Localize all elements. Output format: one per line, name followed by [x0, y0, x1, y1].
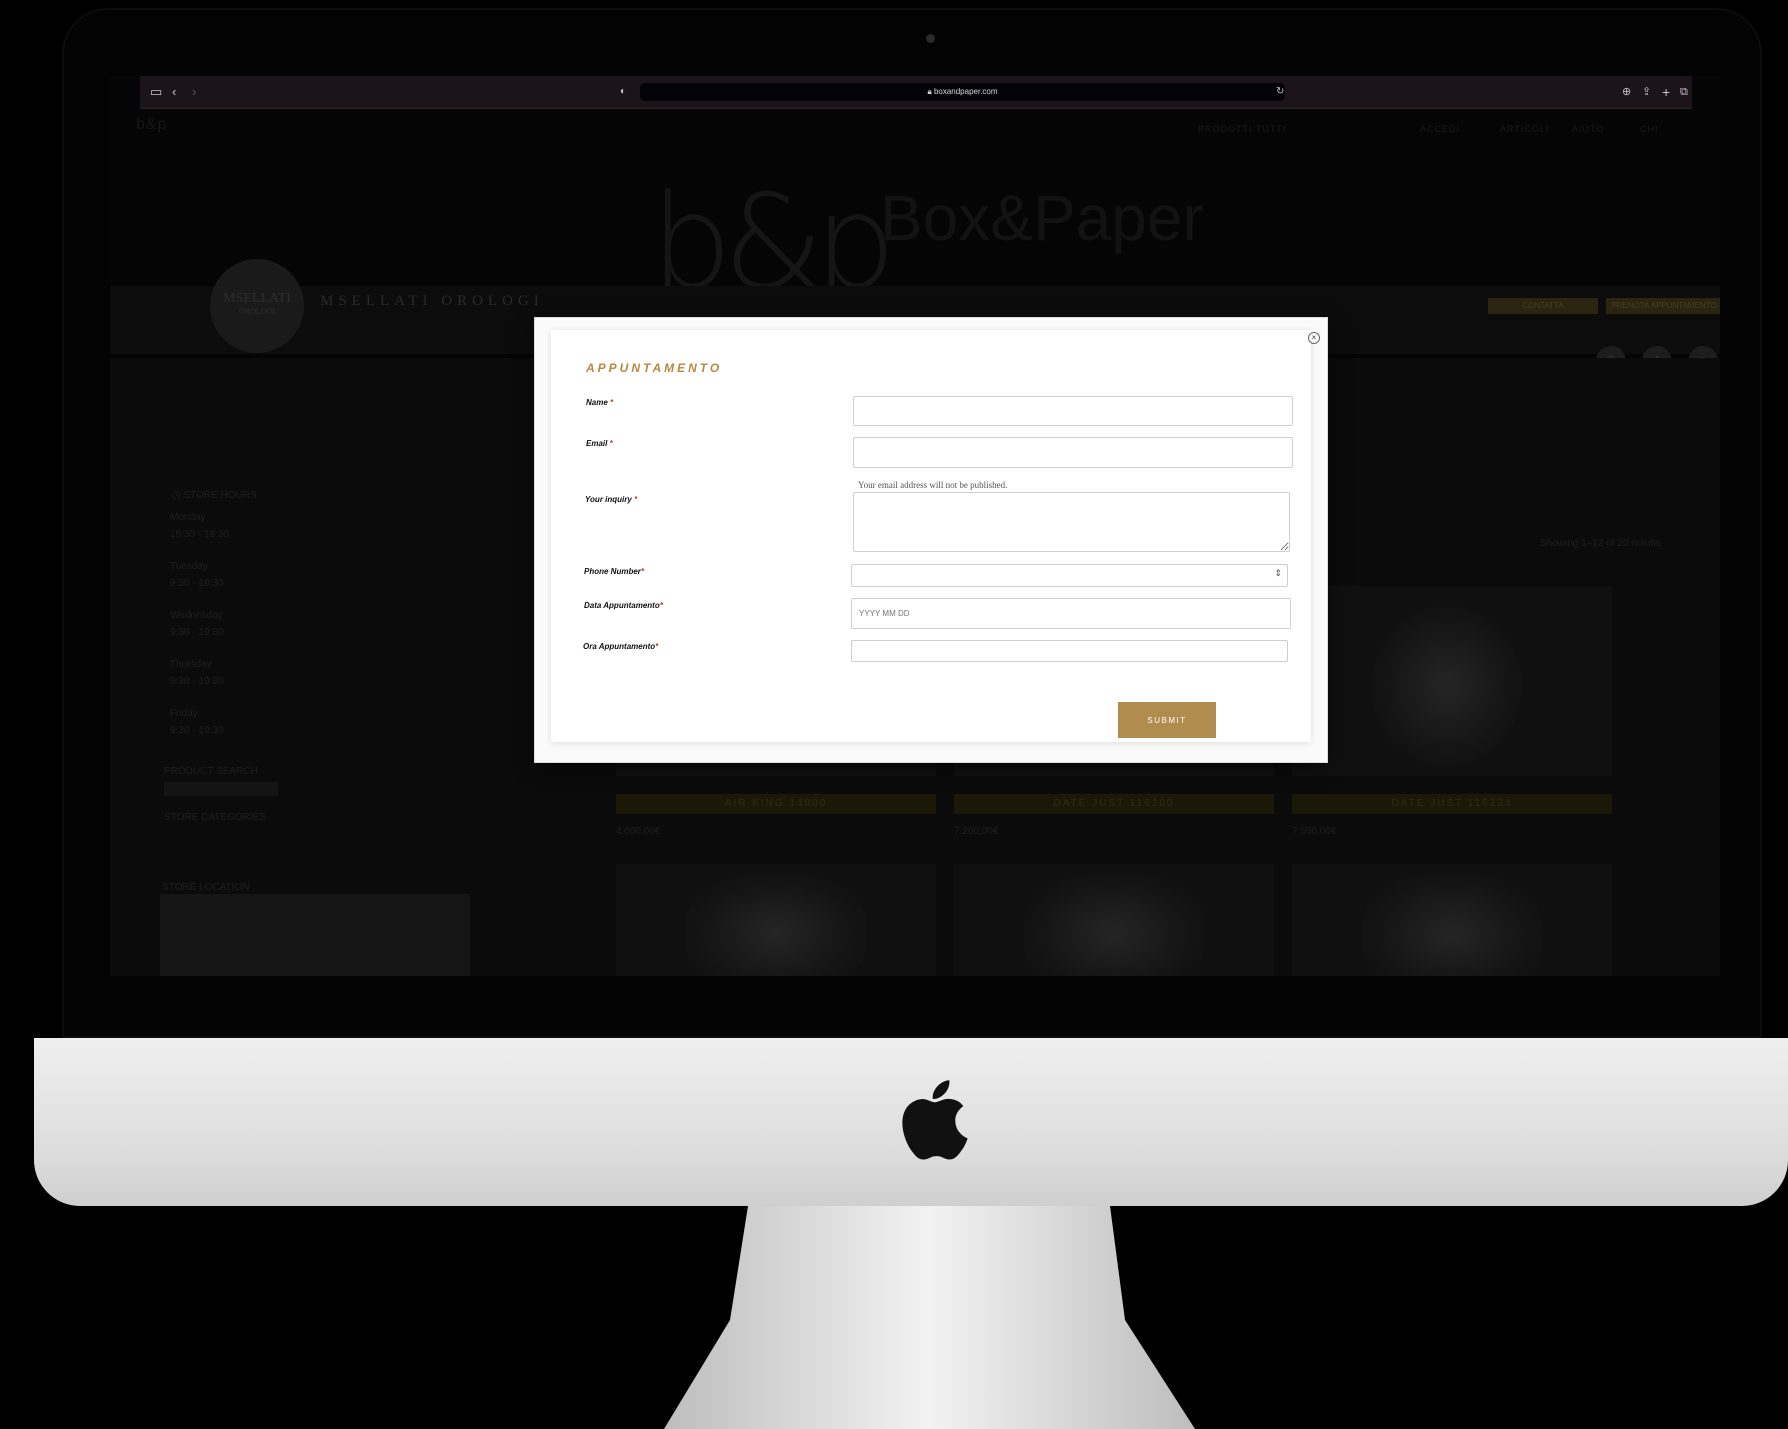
hours-time: 9:30 - 19:30 [170, 675, 224, 687]
hours-day: Monday [170, 512, 206, 523]
close-icon[interactable]: × [1308, 332, 1320, 344]
email-input[interactable] [853, 437, 1293, 468]
required-mark: * [655, 642, 659, 651]
date-label-text: Data Appuntamento [584, 601, 660, 610]
sidebar-icon[interactable]: ▭ [150, 76, 162, 108]
store-hours-title: ◷ STORE HOURS [172, 490, 257, 501]
screen: ▭ ‹ › ◐ 🔒︎ boxandpaper.com ↻ ⊕ ⇪ + ⧉ b&p… [110, 76, 1720, 976]
time-label: Ora Appuntamento* [583, 642, 658, 651]
hours-time: 9:30 - 19:30 [170, 626, 224, 638]
hours-time: 9:30 - 19:30 [170, 577, 224, 589]
product-name[interactable]: AIR KING 14000 [616, 794, 936, 814]
product-card[interactable] [954, 864, 1274, 976]
product-search-input[interactable] [164, 782, 278, 796]
required-mark: * [659, 601, 663, 610]
site-small-logo[interactable]: b&p [136, 116, 167, 134]
store-hours-list: Monday 15:30 - 19:30 Tuesday 9:30 - 19:3… [170, 510, 229, 739]
store-name: MSELLATI OROLOGI [320, 293, 544, 309]
watch-image [1024, 874, 1204, 976]
submit-button[interactable]: SUBMIT [1118, 702, 1216, 738]
nav-item-0[interactable]: ACCEDI [1420, 124, 1460, 134]
share-icon[interactable]: ⇪ [1642, 76, 1651, 108]
product-name[interactable]: DATE JUST 116200 [954, 794, 1274, 814]
phone-label: Phone Number* [584, 567, 644, 576]
store-map[interactable] [160, 894, 470, 976]
hours-day: Thursday [170, 659, 212, 670]
hours-time: 9:30 - 19:30 [170, 724, 224, 736]
phone-label-text: Phone Number [584, 567, 641, 576]
required-mark: * [640, 567, 645, 576]
time-input[interactable] [851, 640, 1288, 662]
email-label: Email * [586, 439, 613, 448]
name-input[interactable] [853, 396, 1293, 426]
product-card[interactable] [616, 864, 936, 976]
store-hours-label: STORE HOURS [183, 490, 257, 501]
store-location-title: STORE LOCATION [162, 882, 250, 893]
browser-toolbar: ▭ ‹ › ◐ 🔒︎ boxandpaper.com ↻ ⊕ ⇪ + ⧉ [140, 76, 1692, 109]
inquiry-textarea[interactable] [853, 492, 1290, 552]
back-icon[interactable]: ‹ [172, 76, 176, 108]
modal-title: APPUNTAMENTO [586, 361, 723, 375]
inquiry-label-text: Your inquiry [585, 495, 632, 504]
hours-day: Wednesday [170, 610, 223, 621]
modal-form: APPUNTAMENTO Name * Email * Your email a… [551, 330, 1311, 742]
email-help-text: Your email address will not be published… [858, 480, 1008, 490]
tabs-overview-icon[interactable]: ⧉ [1680, 76, 1688, 108]
hours-time: 15:30 - 19:30 [170, 528, 229, 540]
product-price: 7.500,00€ [1292, 826, 1337, 837]
results-count: Showing 1–12 of 20 results [1540, 538, 1661, 549]
imac-stand [664, 1206, 1195, 1429]
product-price: 7.200,00€ [954, 826, 999, 837]
name-label: Name * [586, 398, 613, 407]
reload-icon[interactable]: ↻ [1276, 76, 1284, 108]
nav-item-2[interactable]: AIUTO [1572, 124, 1604, 134]
time-label-text: Ora Appuntamento [583, 642, 656, 651]
required-mark: * [634, 495, 638, 504]
date-label: Data Appuntamento* [584, 601, 663, 610]
store-categories-title: STORE CATEGORIES [164, 812, 266, 823]
new-tab-icon[interactable]: + [1662, 76, 1670, 108]
watch-image [1362, 874, 1542, 976]
store-logo-sub: OROLOGI [239, 307, 275, 316]
watch-image [1372, 606, 1522, 766]
watch-image [686, 874, 866, 976]
product-name[interactable]: DATE JUST 116234 [1292, 794, 1612, 814]
url-text: boxandpaper.com [933, 87, 998, 96]
product-price: 4.000,00€ [616, 826, 661, 837]
number-stepper-icon[interactable]: ⇕ [1274, 568, 1282, 579]
nav-item-1[interactable]: ARTICOLI [1500, 124, 1549, 134]
phone-input[interactable]: ⇕ [851, 564, 1288, 587]
apple-logo-icon [902, 1080, 968, 1160]
address-bar[interactable]: 🔒︎ boxandpaper.com [640, 83, 1285, 101]
clock-icon: ◷ [172, 490, 184, 501]
name-label-text: Name [586, 398, 608, 407]
download-icon[interactable]: ⊕ [1622, 76, 1631, 108]
inquiry-label: Your inquiry * [585, 495, 637, 504]
brand-name: Box&Paper [880, 182, 1204, 254]
nav-left[interactable]: PRODOTTI TUTTI [1198, 124, 1286, 134]
email-label-text: Email [586, 439, 608, 448]
date-input[interactable] [851, 598, 1291, 629]
hours-day: Friday [170, 708, 198, 719]
nav-item-3[interactable]: CHI [1640, 124, 1659, 134]
appointment-modal: APPUNTAMENTO Name * Email * Your email a… [535, 318, 1327, 762]
required-mark: * [610, 398, 614, 407]
forward-icon[interactable]: › [192, 76, 196, 108]
store-logo: MSELLATI OROLOGI [210, 259, 304, 353]
required-mark: * [609, 439, 613, 448]
shield-icon[interactable]: ◐ [620, 76, 626, 108]
hours-day: Tuesday [170, 561, 208, 572]
contact-button[interactable]: CONTATTA [1488, 298, 1598, 314]
product-card[interactable] [1292, 864, 1612, 976]
product-search-title: PRODUCT SEARCH [164, 766, 258, 777]
product-card[interactable] [1292, 586, 1612, 776]
store-logo-text: MSELLATI [223, 291, 291, 306]
book-appointment-button[interactable]: PRENOTA APPUNTAMENTO [1606, 298, 1720, 314]
camera [926, 34, 935, 43]
